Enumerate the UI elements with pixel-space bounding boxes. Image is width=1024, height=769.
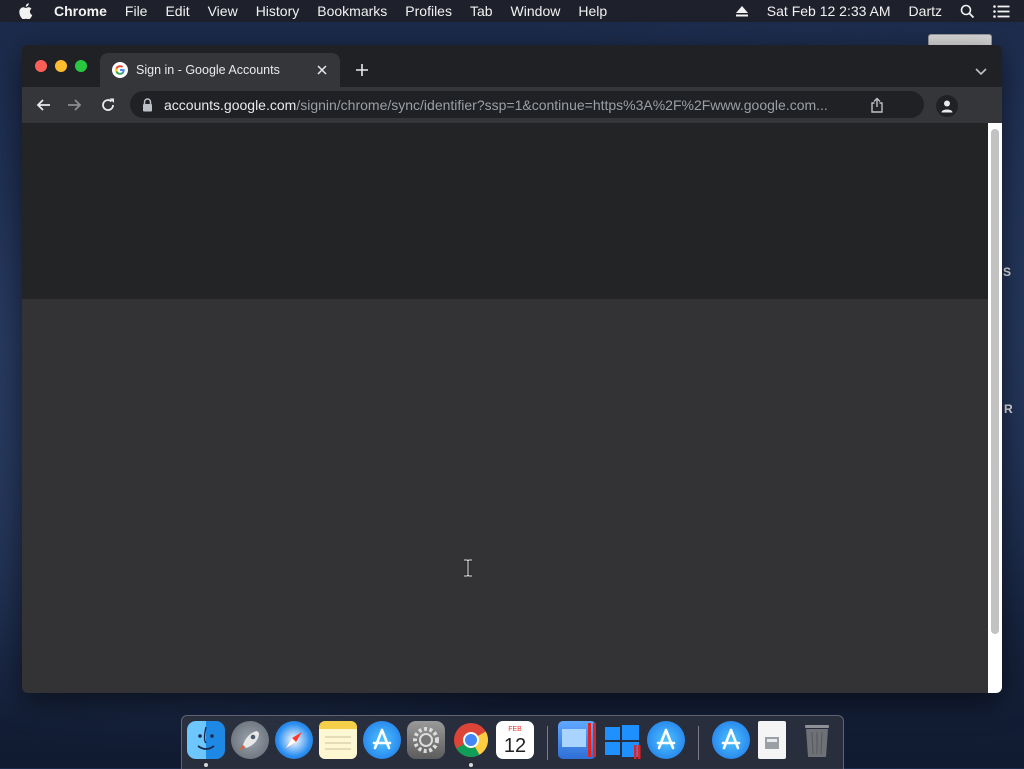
menu-bar: Chrome File Edit View History Bookmarks … (0, 0, 1024, 22)
tab-strip: Sign in - Google Accounts (22, 45, 1002, 87)
dock-downloads-icon[interactable] (712, 721, 750, 759)
url-path: /signin/chrome/sync/identifier?ssp=1&con… (296, 96, 828, 113)
share-icon[interactable] (870, 97, 884, 113)
dock-parallels-icon[interactable] (558, 721, 596, 759)
chrome-window: Sign in - Google Accounts accounts.googl… (22, 45, 1002, 693)
window-minimize-button[interactable] (55, 60, 67, 72)
chrome-running-indicator (469, 763, 473, 767)
tab-search-chevron-down-icon[interactable] (974, 64, 988, 76)
window-close-button[interactable] (35, 60, 47, 72)
menu-profiles[interactable]: Profiles (405, 3, 452, 19)
tab-sign-in[interactable]: Sign in - Google Accounts (100, 53, 340, 87)
menu-history[interactable]: History (256, 3, 300, 19)
page-header-band (22, 123, 988, 299)
menubar-user[interactable]: Dartz (909, 3, 942, 19)
dock-app-store-icon[interactable] (363, 721, 401, 759)
menu-edit[interactable]: Edit (165, 3, 189, 19)
dock-google-chrome-icon[interactable] (452, 721, 490, 759)
dock-separator-2 (698, 726, 699, 760)
back-arrow-icon[interactable] (34, 96, 52, 114)
dock-windows-icon[interactable] (603, 721, 641, 759)
calendar-graphic: FEB 12 (504, 726, 526, 757)
menubar-clock[interactable]: Sat Feb 12 2:33 AM (767, 3, 891, 19)
dock-system-preferences-gear-icon[interactable] (407, 721, 445, 759)
dock-app-store-2-icon[interactable] (647, 721, 685, 759)
apple-menu-icon[interactable] (19, 3, 35, 19)
menu-file[interactable]: File (125, 3, 148, 19)
dock-calendar-icon[interactable]: FEB 12 (496, 721, 534, 759)
dock-document-icon[interactable] (758, 721, 786, 759)
scrollbar-thumb[interactable] (991, 129, 999, 634)
dock-finder-icon[interactable] (187, 721, 225, 759)
menu-help[interactable]: Help (578, 3, 607, 19)
reload-icon[interactable] (99, 96, 117, 114)
desktop-label-s: S (1003, 265, 1012, 279)
dock-launchpad-rocket-icon[interactable] (231, 721, 269, 759)
vertical-scrollbar[interactable] (988, 123, 1002, 693)
desktop-label-r: R (1004, 402, 1013, 416)
control-center-list-icon[interactable] (993, 4, 1010, 18)
text-cursor-ibeam-icon (463, 558, 473, 578)
menu-window[interactable]: Window (511, 3, 561, 19)
tab-title: Sign in - Google Accounts (136, 63, 280, 77)
forward-arrow-icon[interactable] (66, 96, 84, 114)
dock-trash-icon[interactable] (800, 721, 834, 759)
menu-bookmarks[interactable]: Bookmarks (317, 3, 387, 19)
calendar-month: FEB (508, 726, 522, 733)
dock: FEB 12 (181, 715, 844, 769)
dock-safari-compass-icon[interactable] (275, 721, 313, 759)
profile-avatar-icon[interactable] (936, 95, 958, 117)
menu-view[interactable]: View (208, 3, 238, 19)
address-bar[interactable]: accounts.google.com/signin/chrome/sync/i… (130, 91, 924, 118)
toolbar: accounts.google.com/signin/chrome/sync/i… (22, 87, 1002, 123)
finder-running-indicator (204, 763, 208, 767)
url-host: accounts.google.com (164, 96, 297, 113)
calendar-day: 12 (504, 735, 526, 757)
url-text[interactable]: accounts.google.com/signin/chrome/sync/i… (164, 97, 864, 113)
dock-notes-icon[interactable] (319, 721, 357, 759)
eject-icon[interactable] (735, 5, 749, 17)
lock-icon[interactable] (142, 97, 154, 112)
window-zoom-button[interactable] (75, 60, 87, 72)
page-content[interactable] (22, 123, 988, 693)
dock-separator (547, 726, 548, 760)
tab-close-icon[interactable] (314, 62, 330, 78)
google-g-icon (112, 62, 128, 78)
menu-tab[interactable]: Tab (470, 3, 493, 19)
menu-chrome[interactable]: Chrome (54, 3, 107, 19)
new-tab-plus-icon[interactable] (354, 62, 370, 78)
spotlight-search-icon[interactable] (960, 4, 975, 19)
